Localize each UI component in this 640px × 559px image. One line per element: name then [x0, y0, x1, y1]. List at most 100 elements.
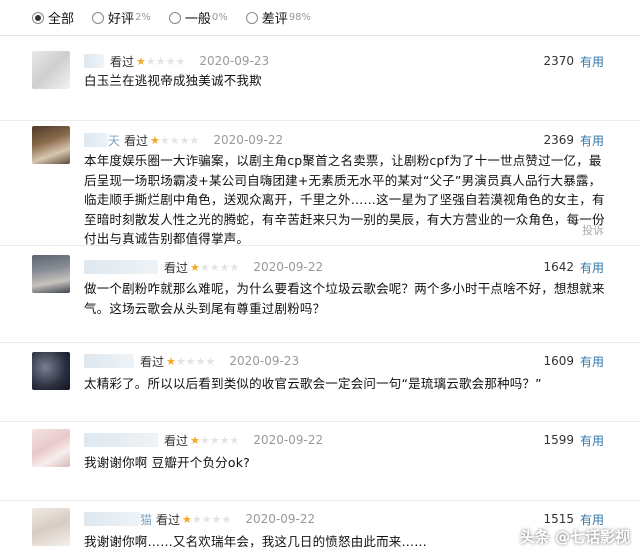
avatar[interactable] [32, 255, 70, 293]
vote-count: 1642 [543, 260, 574, 274]
filter-negative[interactable]: 差评 98% [245, 8, 312, 27]
vote-count: 1609 [543, 354, 574, 368]
star-icon: ★ [201, 512, 212, 526]
useful-button[interactable]: 有用 [580, 432, 604, 449]
star-icon: ★ [199, 260, 210, 274]
review-date: 2020-09-22 [213, 133, 284, 147]
star-icon: ★ [209, 260, 220, 274]
avatar[interactable] [32, 126, 70, 164]
star-icon: ★ [195, 354, 206, 368]
filter-negative-label: 差评 [261, 12, 288, 27]
vote-count: 1599 [543, 433, 574, 447]
username[interactable]: 天 [108, 132, 120, 149]
star-icon: ★ [219, 260, 230, 274]
star-icon: ★ [199, 433, 210, 447]
useful-button[interactable]: 有用 [580, 259, 604, 276]
star-icon: ★ [229, 260, 240, 274]
filter-all[interactable]: 全部 [32, 8, 74, 27]
star-icon: ★ [159, 133, 170, 147]
filter-neutral-label: 一般 [184, 12, 211, 27]
watched-label: 看过 [140, 354, 165, 369]
star-icon: ★ [219, 433, 230, 447]
star-icon: ★ [179, 133, 190, 147]
star-icon: ★ [150, 133, 160, 147]
filter-neutral-percent: 0% [211, 12, 228, 23]
watched-label: 看过 [156, 512, 181, 527]
star-icon: ★ [189, 133, 200, 147]
rating-stars: ★ ★ ★ ★ ★ [190, 262, 239, 273]
username-blurred[interactable] [84, 133, 108, 147]
star-icon: ★ [205, 354, 216, 368]
review-content: 做一个剧粉咋就那么难呢，为什么要看这个垃圾云歌会呢？两个多小时干点啥不好，想想就… [84, 281, 605, 316]
useful-button[interactable]: 有用 [580, 53, 604, 70]
star-icon: ★ [155, 54, 166, 68]
rating-stars: ★ ★ ★ ★ ★ [150, 135, 199, 146]
filter-positive-label: 好评 [108, 12, 135, 27]
rating-stars: ★ ★ ★ ★ ★ [190, 435, 239, 446]
avatar[interactable] [32, 352, 70, 390]
review-content: 太精彩了。所以以后看到类似的收官云歌会一定会问一句“是琉璃云歌会那种吗？” [84, 376, 542, 391]
filter-all-label: 全部 [48, 12, 75, 27]
useful-button[interactable]: 有用 [580, 511, 604, 528]
star-icon: ★ [191, 512, 202, 526]
star-icon: ★ [185, 354, 196, 368]
radio-icon[interactable] [32, 11, 44, 24]
useful-button[interactable]: 有用 [580, 132, 604, 149]
avatar[interactable] [32, 51, 70, 89]
star-icon: ★ [169, 133, 180, 147]
vote-count: 2369 [543, 133, 574, 147]
username-blurred[interactable] [84, 433, 158, 447]
username-blurred[interactable] [84, 260, 158, 274]
review-date: 2020-09-22 [245, 512, 316, 526]
filter-positive[interactable]: 好评 2% [92, 8, 151, 27]
star-icon: ★ [209, 433, 220, 447]
filter-positive-percent: 2% [135, 12, 151, 23]
avatar[interactable] [32, 508, 70, 546]
review-content: 我谢谢你啊 豆瓣开个负分ok? [84, 455, 250, 470]
review-content: 白玉兰在逃视帝成独美诚不我欺 [84, 73, 262, 88]
star-icon: ★ [190, 260, 200, 274]
star-icon: ★ [211, 512, 222, 526]
avatar[interactable] [32, 429, 70, 467]
vote-count: 1515 [543, 512, 574, 526]
username-blurred[interactable] [84, 512, 140, 526]
star-icon: ★ [165, 54, 176, 68]
rating-stars: ★ ★ ★ ★ ★ [166, 356, 215, 367]
review-item: 看过 ★ ★ ★ ★ ★ 2020-09-23 2370 有用 白玉兰在逃视帝成独美诚不… [0, 37, 640, 121]
report-link[interactable]: 投诉 [582, 222, 604, 238]
username-blurred[interactable] [84, 54, 104, 68]
review-date: 2020-09-23 [229, 354, 300, 368]
review-date: 2020-09-23 [199, 54, 270, 68]
watched-label: 看过 [164, 433, 189, 448]
filter-negative-percent: 98% [288, 12, 312, 23]
vote-count: 2370 [543, 54, 574, 68]
review-content: 本年度娱乐圈一大诈骗案，以剧主角cp聚首之名卖票，让剧粉cpf为了十一世点赞过一… [84, 153, 605, 246]
review-item: 看过 ★ ★ ★ ★ ★ 2020-09-22 1599 有用 我谢谢你啊 豆瓣开个负分… [0, 423, 640, 501]
watermark-text: 头条 @七话影视 [519, 528, 630, 546]
rating-stars: ★ ★ ★ ★ ★ [182, 514, 231, 525]
watched-label: 看过 [124, 133, 149, 148]
star-icon: ★ [229, 433, 240, 447]
star-icon: ★ [136, 54, 146, 68]
star-icon: ★ [166, 354, 176, 368]
watched-label: 看过 [164, 260, 189, 275]
radio-icon[interactable] [245, 11, 258, 24]
review-item: 天 看过 ★ ★ ★ ★ ★ 2020-09-22 2369 有用 本年度娱乐圈一大诈骗… [0, 122, 640, 246]
star-icon: ★ [182, 512, 192, 526]
review-date: 2020-09-22 [253, 260, 324, 274]
star-icon: ★ [221, 512, 232, 526]
useful-button[interactable]: 有用 [580, 353, 604, 370]
username[interactable]: 猫 [140, 511, 152, 528]
rating-stars: ★ ★ ★ ★ ★ [136, 56, 185, 67]
star-icon: ★ [145, 54, 156, 68]
review-date: 2020-09-22 [253, 433, 324, 447]
radio-icon[interactable] [168, 11, 181, 24]
radio-icon[interactable] [92, 11, 105, 24]
star-icon: ★ [175, 54, 186, 68]
filter-neutral[interactable]: 一般 0% [168, 8, 228, 27]
star-icon: ★ [175, 354, 186, 368]
watched-label: 看过 [110, 54, 135, 69]
review-item: 看过 ★ ★ ★ ★ ★ 2020-09-23 1609 有用 太精彩了。所以以后看到类… [0, 344, 640, 422]
username-blurred[interactable] [84, 354, 134, 368]
review-item: 看过 ★ ★ ★ ★ ★ 2020-09-22 1642 有用 做一个剧粉咋就那么难呢，… [0, 247, 640, 343]
